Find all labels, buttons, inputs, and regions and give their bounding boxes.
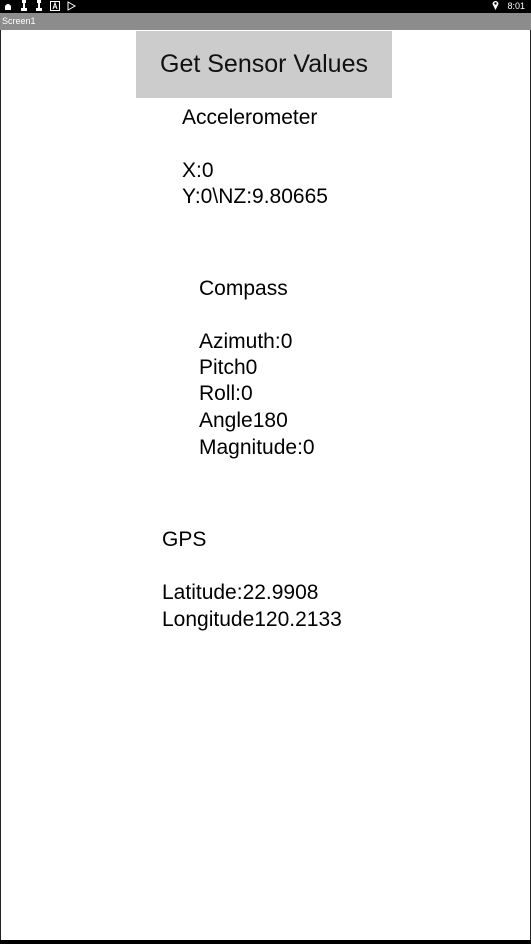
accelerometer-x-value: X:0 xyxy=(182,159,214,182)
bottom-edge xyxy=(0,940,531,944)
status-right: 8:01 xyxy=(492,0,525,13)
accelerometer-heading: Accelerometer xyxy=(182,106,318,129)
status-time: 8:01 xyxy=(507,1,525,11)
compass-roll-value: Roll:0 xyxy=(199,382,253,405)
screen-content: Get Sensor Values Accelerometer X:0 Y:0\… xyxy=(0,30,531,940)
compass-pitch-value: Pitch0 xyxy=(199,356,258,379)
title-bar: Screen1 xyxy=(0,13,531,30)
screen-title: Screen1 xyxy=(2,16,36,26)
get-sensor-values-button[interactable]: Get Sensor Values xyxy=(136,31,392,98)
accelerometer-yz-value: Y:0\NZ:9.80665 xyxy=(182,185,328,208)
compass-heading: Compass xyxy=(199,277,288,300)
status-icons xyxy=(3,0,77,13)
location-pin-icon xyxy=(492,0,499,14)
compass-angle-value: Angle180 xyxy=(199,409,288,432)
gps-latitude-value: Latitude:22.9908 xyxy=(162,581,319,604)
compass-magnitude-value: Magnitude:0 xyxy=(199,436,315,459)
gps-heading: GPS xyxy=(162,528,207,551)
gps-longitude-value: Longitude120.2133 xyxy=(162,608,342,631)
compass-azimuth-value: Azimuth:0 xyxy=(199,330,293,353)
status-bar: 8:01 xyxy=(0,0,531,13)
